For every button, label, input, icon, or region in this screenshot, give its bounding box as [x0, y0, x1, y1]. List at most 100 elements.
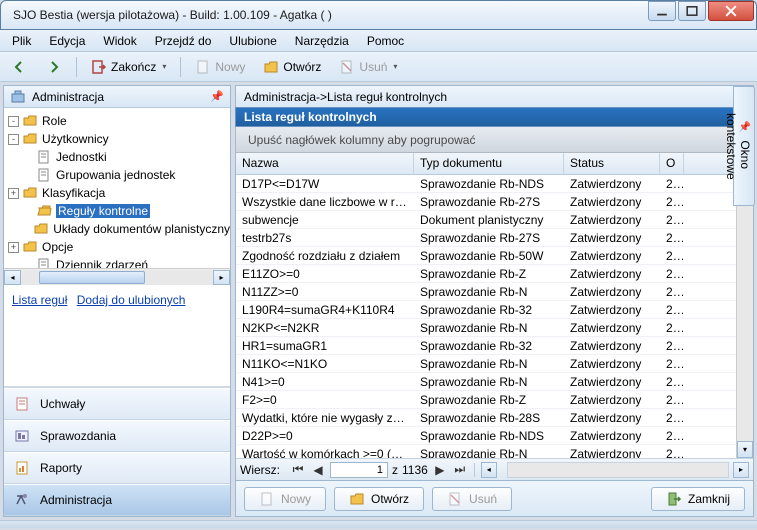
pager-current[interactable] [330, 462, 388, 478]
table-row[interactable]: Wszystkie dane liczbowe w rekor..Sprawoz… [236, 193, 753, 211]
expand-icon[interactable]: - [8, 134, 19, 145]
tree-node[interactable]: Układy dokumentów planistyczny [4, 220, 230, 238]
table-row[interactable]: L190R4=sumaGR4+K110R4Sprawozdanie Rb-32Z… [236, 301, 753, 319]
menu-narzędzia[interactable]: Narzędzia [287, 32, 357, 50]
table-row[interactable]: Wartość w komórkach >=0 (porę..Sprawozda… [236, 445, 753, 458]
cell: 20 [660, 195, 684, 209]
left-pane-title: Administracja [32, 90, 104, 104]
tree-node[interactable]: -Użytkownicy [4, 130, 230, 148]
new-icon [259, 491, 275, 507]
tree-node[interactable]: Jednostki [4, 148, 230, 166]
cell: Sprawozdanie Rb-NDS [414, 429, 564, 443]
tree-node[interactable]: -Role [4, 112, 230, 130]
minimize-button[interactable] [648, 1, 676, 21]
tree-hscrollbar[interactable]: ◂ ▸ [4, 268, 230, 285]
nav-administracja[interactable]: Administracja [4, 484, 230, 516]
link-dodaj-ulubione[interactable]: Dodaj do ulubionych [77, 293, 186, 307]
btn-otworz[interactable]: Otwórz [334, 487, 424, 511]
tree-node[interactable]: Dziennik zdarzeń [4, 256, 230, 268]
cell: N41>=0 [236, 375, 414, 389]
pager-next-icon[interactable]: ▶ [432, 462, 448, 478]
folder-icon [22, 131, 38, 147]
col-o[interactable]: O [660, 153, 684, 174]
tree-node[interactable]: +Klasyfikacja [4, 184, 230, 202]
pin-icon: 📌 [739, 122, 751, 133]
list-title: Lista reguł kontrolnych [235, 107, 754, 127]
links-box: Lista reguł Dodaj do ulubionych [4, 285, 230, 387]
scroll-left-icon[interactable]: ◂ [4, 270, 21, 285]
table-row[interactable]: Zgodność rozdziału z działemSprawozdanie… [236, 247, 753, 265]
tree-node[interactable]: +Opcje [4, 238, 230, 256]
cell: Zatwierdzony [564, 231, 660, 245]
expand-icon[interactable]: + [8, 242, 19, 253]
nav-label: Administracja [40, 493, 112, 507]
otworz-button[interactable]: Otwórz [257, 57, 327, 77]
col-nazwa[interactable]: Nazwa [236, 153, 414, 174]
expand-icon[interactable]: + [8, 188, 19, 199]
tree[interactable]: -Role-UżytkownicyJednostki Grupowania jed… [4, 108, 230, 268]
cell: Sprawozdanie Rb-28S [414, 411, 564, 425]
cell: 20 [660, 177, 684, 191]
menu-widok[interactable]: Widok [95, 32, 144, 50]
raport-icon [14, 460, 30, 476]
pager-first-icon[interactable]: ⏮ [290, 462, 306, 478]
new-icon [195, 59, 211, 75]
pager-last-icon[interactable]: ⏭ [452, 462, 468, 478]
cell: Zatwierdzony [564, 177, 660, 191]
table-row[interactable]: E11ZO>=0Sprawozdanie Rb-ZZatwierdzony20 [236, 265, 753, 283]
scroll-right-icon[interactable]: ▸ [733, 462, 749, 478]
nav-uchwały[interactable]: Uchwały [4, 388, 230, 420]
close-button[interactable] [708, 1, 754, 21]
expand-icon [22, 170, 33, 181]
cell: Sprawozdanie Rb-50W [414, 249, 564, 263]
scroll-right-icon[interactable]: ▸ [213, 270, 230, 285]
tree-node[interactable]: Reguły kontrolne [4, 202, 230, 220]
zakoncz-button[interactable]: Zakończ▾ [85, 57, 172, 77]
table-row[interactable]: F2>=0Sprawozdanie Rb-ZZatwierdzony20 [236, 391, 753, 409]
left-pane: Administracja 📌 -Role-UżytkownicyJednost… [3, 85, 231, 517]
table-row[interactable]: D17P<=D17WSprawozdanie Rb-NDSZatwierdzon… [236, 175, 753, 193]
menu-ulubione[interactable]: Ulubione [221, 32, 284, 50]
table-row[interactable]: D22P>=0Sprawozdanie Rb-NDSZatwierdzony20 [236, 427, 753, 445]
cell: Zatwierdzony [564, 303, 660, 317]
link-lista-regul[interactable]: Lista reguł [12, 293, 67, 307]
table-row[interactable]: N11KO<=N1KOSprawozdanie Rb-NZatwierdzony… [236, 355, 753, 373]
btn-usun: Usuń [432, 487, 512, 511]
context-window-tab[interactable]: 📌 Okno kontekstowe [733, 86, 755, 206]
table-row[interactable]: N2KP<=N2KRSprawozdanie Rb-NZatwierdzony2… [236, 319, 753, 337]
scroll-left-icon[interactable]: ◂ [481, 462, 497, 478]
titlebar: SJO Bestia (wersja pilotażowa) - Build: … [0, 0, 757, 30]
menu-edycja[interactable]: Edycja [41, 32, 93, 50]
col-typ[interactable]: Typ dokumentu [414, 153, 564, 174]
tree-label: Grupowania jednostek [56, 168, 175, 182]
btn-zamknij[interactable]: Zamknij [651, 487, 745, 511]
scroll-down-icon[interactable]: ▾ [737, 441, 753, 458]
maximize-button[interactable] [678, 1, 706, 21]
tree-node[interactable]: Grupowania jednostek [4, 166, 230, 184]
col-status[interactable]: Status [564, 153, 660, 174]
grid-header[interactable]: Nazwa Typ dokumentu Status O [236, 153, 753, 175]
table-row[interactable]: Wydatki, które nie wygasły z upły..Spraw… [236, 409, 753, 427]
table-row[interactable]: testrb27sSprawozdanie Rb-27SZatwierdzony… [236, 229, 753, 247]
grid-body[interactable]: D17P<=D17WSprawozdanie Rb-NDSZatwierdzon… [236, 175, 753, 458]
cell: D22P>=0 [236, 429, 414, 443]
pager-hscroll[interactable] [507, 462, 729, 478]
group-hint-bar[interactable]: Upuść nagłówek kolumny aby pogrupować [235, 127, 754, 153]
pin-icon[interactable]: 📌 [210, 90, 224, 103]
table-row[interactable]: N11ZZ>=0Sprawozdanie Rb-NZatwierdzony20 [236, 283, 753, 301]
scroll-thumb[interactable] [39, 271, 145, 284]
table-row[interactable]: HR1=sumaGR1Sprawozdanie Rb-32Zatwierdzon… [236, 337, 753, 355]
nav-raporty[interactable]: Raporty [4, 452, 230, 484]
menu-plik[interactable]: Plik [4, 32, 39, 50]
nav-back-button[interactable] [6, 57, 34, 77]
menu-przejdź do[interactable]: Przejdź do [147, 32, 220, 50]
table-row[interactable]: subwencjeDokument planistycznyZatwierdzo… [236, 211, 753, 229]
nav-forward-button[interactable] [40, 57, 68, 77]
doc-icon [36, 149, 52, 165]
table-row[interactable]: N41>=0Sprawozdanie Rb-NZatwierdzony20 [236, 373, 753, 391]
expand-icon[interactable]: - [8, 116, 19, 127]
nav-sprawozdania[interactable]: Sprawozdania [4, 420, 230, 452]
menu-pomoc[interactable]: Pomoc [359, 32, 412, 50]
pager-prev-icon[interactable]: ◀ [310, 462, 326, 478]
zakoncz-label: Zakończ [111, 60, 156, 74]
